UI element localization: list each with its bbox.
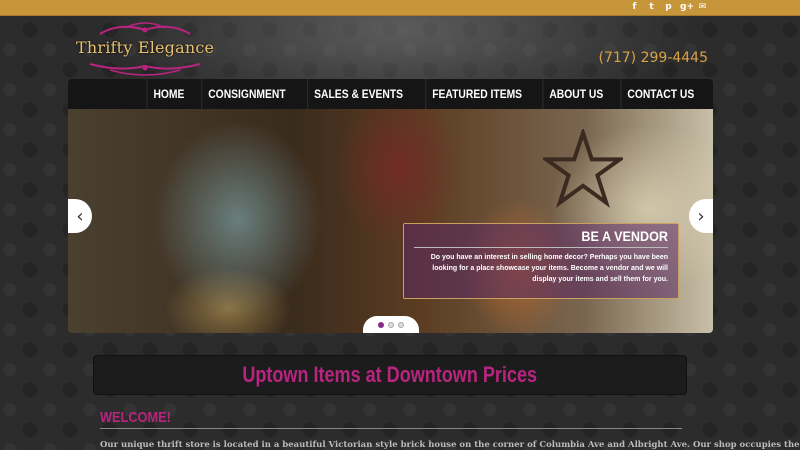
nav-contact-us[interactable]: CONTACT US (620, 79, 701, 109)
slide-dot-3[interactable] (398, 322, 404, 328)
star-decoration (543, 129, 623, 208)
nav-consignment[interactable]: CONSIGNMENT (201, 79, 291, 109)
welcome-text: Our unique thrift store is located in a … (100, 440, 800, 450)
logo-text: Thrifty Elegance (76, 38, 215, 57)
nav-featured-items[interactable]: FEATURED ITEMS (425, 79, 528, 109)
main-nav: HOME CONSIGNMENT SALES & EVENTS FEATURED… (68, 79, 713, 109)
slider-next-button[interactable]: › (689, 199, 713, 233)
email-icon[interactable]: ✉ (697, 1, 708, 14)
hero-slider[interactable]: ‹ › BE A VENDOR Do you have an interest … (68, 109, 713, 333)
caption-divider (414, 247, 668, 248)
top-bar: f t p g+ ✉ (0, 0, 800, 16)
tagline-text: Uptown Items at Downtown Prices (242, 362, 538, 387)
pinterest-icon[interactable]: p (663, 1, 674, 14)
nav-about-us[interactable]: ABOUT US (541, 79, 609, 109)
caption-text: Do you have an interest in selling home … (430, 254, 668, 283)
slider-pagination (363, 316, 419, 333)
slide-caption: BE A VENDOR Do you have an interest in s… (403, 223, 679, 299)
facebook-icon[interactable]: f (629, 1, 640, 14)
slide-dot-2[interactable] (388, 322, 394, 328)
caption-title: BE A VENDOR (581, 228, 668, 244)
slider-prev-button[interactable]: ‹ (68, 199, 92, 233)
welcome-heading: WELCOME! (100, 409, 171, 426)
welcome-heading-row: WELCOME! (100, 409, 682, 429)
tagline-banner: Uptown Items at Downtown Prices (93, 355, 687, 395)
twitter-icon[interactable]: t (646, 1, 657, 14)
phone-number[interactable]: (717) 299-4445 (599, 50, 709, 66)
slide-dot-1[interactable] (378, 322, 384, 328)
nav-sales-events[interactable]: SALES & EVENTS (307, 79, 409, 109)
google-plus-icon[interactable]: g+ (680, 1, 694, 14)
social-links: f t p g+ ✉ (629, 1, 708, 14)
site-logo[interactable]: Thrifty Elegance (70, 20, 220, 78)
nav-home[interactable]: HOME (146, 79, 190, 109)
